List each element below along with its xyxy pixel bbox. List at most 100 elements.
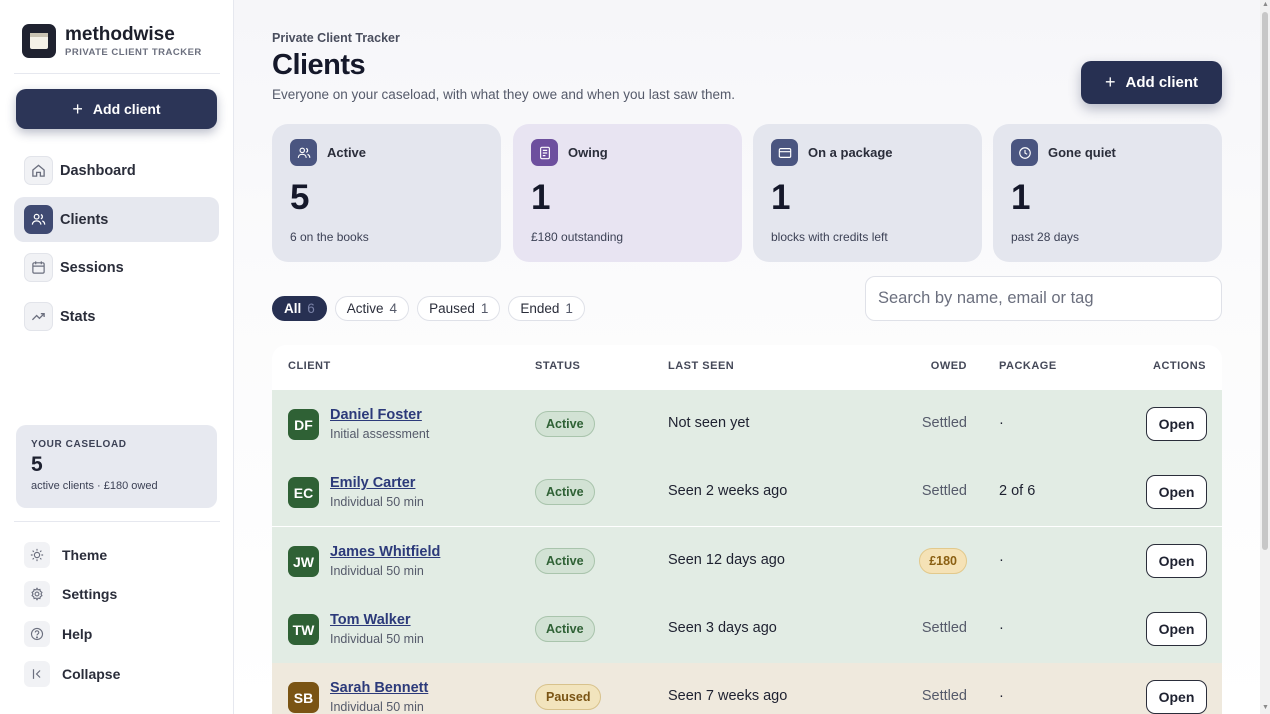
help-label: Help — [62, 626, 93, 642]
column-header-owed[interactable]: OWED — [931, 360, 967, 372]
table-row[interactable]: TW Tom Walker Individual 50 min Active S… — [272, 595, 1222, 663]
client-service: Individual 50 min — [330, 700, 424, 714]
stat-subtext: 6 on the books — [290, 230, 369, 244]
avatar: TW — [288, 614, 319, 645]
column-header-last-seen[interactable]: LAST SEEN — [668, 360, 734, 372]
filter-active[interactable]: Active 4 — [334, 296, 410, 321]
open-button[interactable]: Open — [1146, 612, 1207, 646]
sidebar: methodwise PRIVATE CLIENT TRACKER + Add … — [0, 0, 234, 714]
filter-ended[interactable]: Ended 1 — [508, 296, 585, 321]
package-value: · — [999, 620, 1004, 636]
package-value: · — [999, 415, 1004, 431]
avatar: EC — [288, 477, 319, 508]
filter-label: All — [284, 301, 302, 316]
sidebar-item-label: Stats — [60, 308, 96, 325]
avatar: DF — [288, 409, 319, 440]
caseload-summary-text: active clients · £180 owed — [31, 480, 158, 492]
brand[interactable]: methodwise PRIVATE CLIENT TRACKER — [22, 24, 202, 58]
scroll-down-icon[interactable]: ▼ — [1262, 704, 1269, 712]
client-service: Individual 50 min — [330, 495, 424, 509]
stat-value: 1 — [771, 178, 791, 217]
add-client-button[interactable]: + Add client — [1081, 61, 1222, 104]
client-name-link[interactable]: Tom Walker — [330, 612, 411, 628]
client-name-link[interactable]: James Whitfield — [330, 544, 440, 560]
stat-card-package: On a package 1 blocks with credits left — [753, 124, 982, 262]
open-button[interactable]: Open — [1146, 544, 1207, 578]
column-header-package[interactable]: PACKAGE — [999, 360, 1057, 372]
avatar: JW — [288, 546, 319, 577]
last-seen: Seen 3 days ago — [668, 620, 777, 636]
package-value: · — [999, 688, 1004, 704]
status-badge: Active — [535, 411, 595, 437]
caseload-count: 5 — [31, 453, 43, 476]
help-button[interactable]: Help — [24, 621, 92, 647]
table-row[interactable]: EC Emily Carter Individual 50 min Active… — [272, 458, 1222, 526]
last-seen: Seen 12 days ago — [668, 552, 785, 568]
status-badge: Paused — [535, 684, 602, 710]
brand-subtitle: PRIVATE CLIENT TRACKER — [65, 46, 202, 58]
stat-subtext: past 28 days — [1011, 230, 1080, 244]
client-name-link[interactable]: Daniel Foster — [330, 407, 422, 423]
sidebar-item-label: Dashboard — [60, 162, 136, 179]
breadcrumb: Private Client Tracker — [272, 31, 400, 45]
divider — [14, 73, 220, 74]
scroll-thumb[interactable] — [1262, 12, 1268, 550]
filter-label: Paused — [429, 301, 475, 316]
clients-table: CLIENT STATUS LAST SEEN OWED PACKAGE ACT… — [272, 345, 1222, 714]
theme-button[interactable]: Theme — [24, 542, 107, 568]
caseload-summary: YOUR CASELOAD 5 active clients · £180 ow… — [16, 425, 217, 508]
avatar: SB — [288, 682, 319, 713]
scrollbar[interactable]: ▲ ▼ — [1260, 0, 1270, 714]
sidebar-add-client-button[interactable]: + Add client — [16, 89, 217, 129]
package-value: · — [999, 552, 1004, 568]
package-value: 2 of 6 — [999, 483, 1036, 499]
column-header-client[interactable]: CLIENT — [288, 360, 331, 372]
settings-button[interactable]: Settings — [24, 581, 117, 607]
table-row[interactable]: JW James Whitfield Individual 50 min Act… — [272, 527, 1222, 595]
table-row[interactable]: DF Daniel Foster Initial assessment Acti… — [272, 390, 1222, 458]
gear-icon — [24, 581, 50, 607]
stat-title: Owing — [568, 145, 608, 160]
stat-card-active: Active 5 6 on the books — [272, 124, 501, 262]
help-icon — [24, 621, 50, 647]
open-button[interactable]: Open — [1146, 407, 1207, 441]
scroll-up-icon[interactable]: ▲ — [1262, 1, 1269, 9]
sidebar-item-clients[interactable]: Clients — [14, 197, 219, 242]
collapse-button[interactable]: Collapse — [24, 661, 120, 687]
open-button[interactable]: Open — [1146, 475, 1207, 509]
column-header-actions: ACTIONS — [1153, 360, 1206, 372]
open-button[interactable]: Open — [1146, 680, 1207, 714]
filter-all[interactable]: All 6 — [272, 296, 327, 321]
sidebar-add-client-label: Add client — [92, 101, 161, 117]
plus-icon: + — [1104, 72, 1116, 92]
client-service: Individual 50 min — [330, 632, 424, 646]
status-badge: Active — [535, 548, 595, 574]
last-seen: Seen 2 weeks ago — [668, 483, 788, 499]
page-title: Clients — [272, 49, 366, 81]
invoice-icon — [531, 139, 558, 166]
search-input[interactable] — [865, 276, 1222, 321]
table-row[interactable]: SB Sarah Bennett Individual 50 min Pause… — [272, 663, 1222, 714]
stat-title: Active — [327, 145, 367, 160]
page-subtitle: Everyone on your caseload, with what the… — [272, 87, 736, 102]
card-icon — [771, 139, 798, 166]
sidebar-item-dashboard[interactable]: Dashboard — [14, 148, 219, 193]
sidebar-item-sessions[interactable]: Sessions — [14, 245, 219, 290]
column-header-status[interactable]: STATUS — [535, 360, 580, 372]
plus-icon: + — [72, 98, 83, 119]
last-seen: Seen 7 weeks ago — [668, 688, 788, 704]
add-client-label: Add client — [1125, 74, 1199, 91]
client-name-link[interactable]: Sarah Bennett — [330, 680, 428, 696]
stat-card-quiet: Gone quiet 1 past 28 days — [993, 124, 1222, 262]
owed-amount: Settled — [921, 483, 967, 499]
last-seen: Not seen yet — [668, 415, 750, 431]
calendar-icon — [24, 253, 53, 282]
brand-name: methodwise — [65, 23, 175, 45]
client-name-link[interactable]: Emily Carter — [330, 475, 415, 491]
caseload-label: YOUR CASELOAD — [31, 439, 127, 450]
filter-label: Ended — [520, 301, 560, 316]
sidebar-item-stats[interactable]: Stats — [14, 294, 219, 339]
owed-amount: Settled — [921, 415, 967, 431]
clock-icon — [1011, 139, 1038, 166]
filter-paused[interactable]: Paused 1 — [417, 296, 501, 321]
